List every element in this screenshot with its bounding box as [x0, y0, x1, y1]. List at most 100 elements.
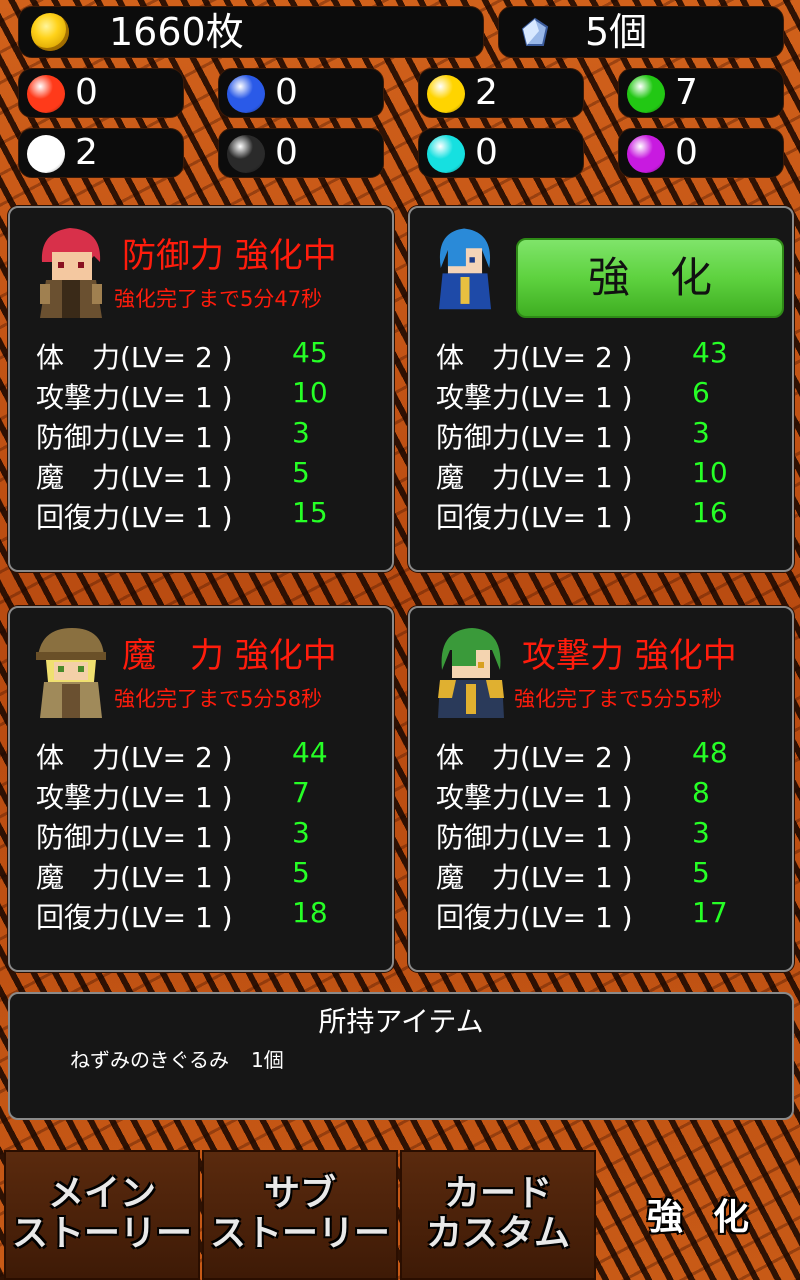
red-orb-icon — [27, 75, 65, 113]
item-count: 1個 — [251, 1048, 284, 1072]
white-orb-count: 2 — [75, 132, 98, 173]
yellow-orb-counter: 2 — [418, 68, 584, 118]
black-orb-icon — [227, 135, 265, 173]
stat-value: 7 — [292, 776, 310, 809]
stat-value: 17 — [692, 896, 728, 929]
purple-orb-count: 0 — [675, 132, 698, 173]
tab-label-line2: カスタム — [425, 1213, 570, 1254]
tab-label-line1: サブ — [263, 1173, 336, 1214]
enhance-timer: 強化完了まで5分47秒 — [114, 287, 323, 311]
stat-label: 体 力(LV= 2 ) — [36, 341, 233, 374]
character-avatar-green-hair — [438, 628, 504, 718]
tab-label-line2: ストーリー — [209, 1213, 390, 1254]
bottom-tab-bar: メイン ストーリー サブ ストーリー カード カスタム 強化 — [0, 1150, 800, 1280]
stat-value: 3 — [692, 416, 710, 449]
stat-label: 魔 力(LV= 1 ) — [436, 461, 633, 494]
stat-value: 5 — [292, 856, 310, 889]
character-avatar-blue-hair — [438, 228, 492, 310]
character-panel-4[interactable]: 攻撃力 強化中 強化完了まで5分55秒 体 力(LV= 2 ) 48 攻撃力(LV… — [408, 606, 794, 972]
stat-value: 5 — [692, 856, 710, 889]
stat-value: 3 — [692, 816, 710, 849]
blue-orb-icon — [227, 75, 265, 113]
black-orb-counter: 0 — [218, 128, 384, 178]
stat-label: 体 力(LV= 2 ) — [436, 741, 633, 774]
gem-count: 5個 — [585, 10, 648, 54]
stat-value: 8 — [692, 776, 710, 809]
enhance-button[interactable]: 強化 — [516, 238, 784, 318]
character-panel-3[interactable]: 魔 力 強化中 強化完了まで5分58秒 体 力(LV= 2 ) 44 攻撃力(LV… — [8, 606, 394, 972]
stat-value: 6 — [692, 376, 710, 409]
enhance-status-title: 攻撃力 強化中 — [522, 636, 737, 676]
black-orb-count: 0 — [275, 132, 298, 173]
stat-label: 回復力(LV= 1 ) — [36, 901, 233, 934]
tab-label-line1: メイン — [47, 1173, 156, 1214]
tab-label-line1: カード — [443, 1173, 552, 1214]
stat-value: 3 — [292, 416, 310, 449]
stat-label: 防御力(LV= 1 ) — [36, 821, 233, 854]
stat-label: 攻撃力(LV= 1 ) — [436, 381, 633, 414]
white-orb-counter: 2 — [18, 128, 184, 178]
stat-label: 防御力(LV= 1 ) — [436, 421, 633, 454]
coin-count: 1660枚 — [109, 10, 244, 54]
red-orb-count: 0 — [75, 72, 98, 113]
stat-value: 48 — [692, 736, 728, 769]
coin-icon — [31, 13, 69, 51]
stat-label: 魔 力(LV= 1 ) — [36, 861, 233, 894]
inventory-title: 所持アイテム — [318, 1005, 484, 1038]
character-avatar-helmet — [36, 628, 106, 718]
stat-value: 16 — [692, 496, 728, 529]
stat-label: 防御力(LV= 1 ) — [36, 421, 233, 454]
stat-label: 体 力(LV= 2 ) — [36, 741, 233, 774]
enhance-timer: 強化完了まで5分58秒 — [114, 687, 323, 711]
stat-value: 3 — [292, 816, 310, 849]
inventory-panel: 所持アイテム ねずみのきぐるみ 1個 — [8, 992, 794, 1120]
blue-orb-count: 0 — [275, 72, 298, 113]
stat-value: 45 — [292, 336, 328, 369]
crystal-icon — [521, 17, 549, 46]
stat-label: 攻撃力(LV= 1 ) — [36, 381, 233, 414]
blue-orb-counter: 0 — [218, 68, 384, 118]
enhance-status-title: 防御力 強化中 — [122, 236, 337, 276]
stat-value: 10 — [292, 376, 328, 409]
stat-label: 魔 力(LV= 1 ) — [436, 861, 633, 894]
stat-value: 5 — [292, 456, 310, 489]
tab-card-custom[interactable]: カード カスタム — [400, 1150, 596, 1280]
tab-sub-story[interactable]: サブ ストーリー — [202, 1150, 398, 1280]
gem-counter: 5個 — [498, 6, 784, 58]
white-orb-icon — [27, 135, 65, 173]
stat-label: 回復力(LV= 1 ) — [436, 501, 633, 534]
cyan-orb-count: 0 — [475, 132, 498, 173]
stat-value: 18 — [292, 896, 328, 929]
character-avatar-red-hair — [40, 228, 102, 318]
character-panel-2[interactable]: 強化 体 力(LV= 2 ) 43 攻撃力(LV= 1 ) 6 防御力(LV= 1 … — [408, 206, 794, 572]
tab-main-story[interactable]: メイン ストーリー — [4, 1150, 200, 1280]
enhance-status-title: 魔 力 強化中 — [122, 636, 337, 676]
tab-label-line1: 強化 — [646, 1197, 779, 1238]
coin-counter: 1660枚 — [18, 6, 484, 58]
enhance-timer: 強化完了まで5分55秒 — [514, 687, 723, 711]
stat-value: 10 — [692, 456, 728, 489]
stat-label: 攻撃力(LV= 1 ) — [436, 781, 633, 814]
tab-label-line2: ストーリー — [11, 1213, 192, 1254]
item-name: ねずみのきぐるみ — [70, 1048, 229, 1072]
yellow-orb-icon — [427, 75, 465, 113]
green-orb-count: 7 — [675, 72, 698, 113]
stat-label: 防御力(LV= 1 ) — [436, 821, 633, 854]
cyan-orb-counter: 0 — [418, 128, 584, 178]
stat-label: 回復力(LV= 1 ) — [436, 901, 633, 934]
purple-orb-icon — [627, 135, 665, 173]
green-orb-icon — [627, 75, 665, 113]
green-orb-counter: 7 — [618, 68, 784, 118]
red-orb-counter: 0 — [18, 68, 184, 118]
stat-value: 43 — [692, 336, 728, 369]
stat-value: 15 — [292, 496, 328, 529]
stat-label: 体 力(LV= 2 ) — [436, 341, 633, 374]
yellow-orb-count: 2 — [475, 72, 498, 113]
tab-enhance[interactable]: 強化 — [600, 1150, 796, 1280]
stat-label: 攻撃力(LV= 1 ) — [36, 781, 233, 814]
character-panel-1[interactable]: 防御力 強化中 強化完了まで5分47秒 体 力(LV= 2 ) 45 攻撃力(LV… — [8, 206, 394, 572]
cyan-orb-icon — [427, 135, 465, 173]
stat-value: 44 — [292, 736, 328, 769]
inventory-item[interactable]: ねずみのきぐるみ 1個 — [70, 1044, 306, 1073]
stat-label: 回復力(LV= 1 ) — [36, 501, 233, 534]
